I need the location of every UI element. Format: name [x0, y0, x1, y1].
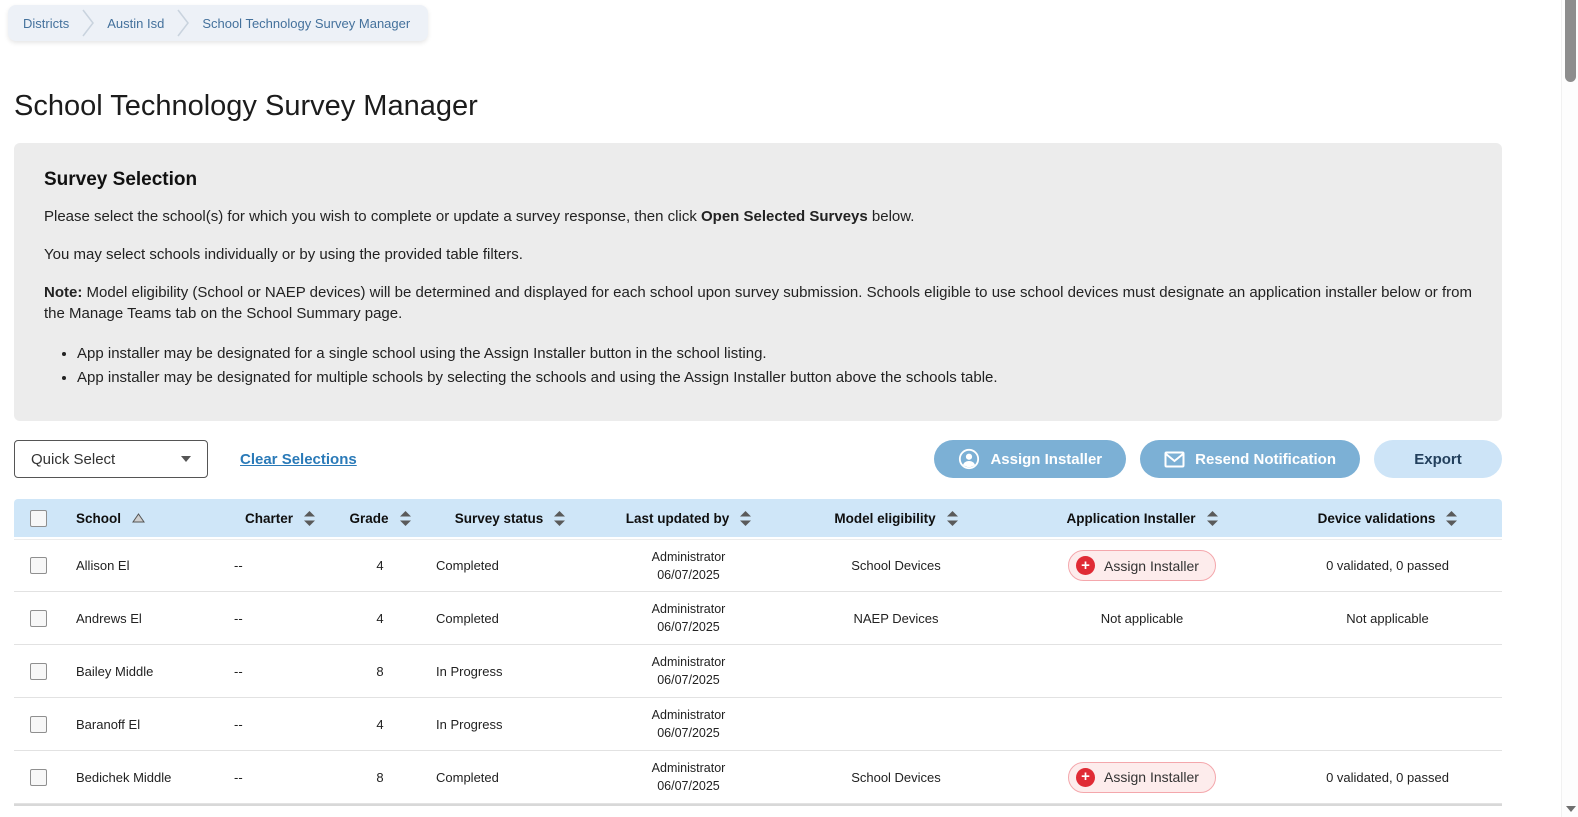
table-toolbar: Quick Select Clear Selections Assign Ins…	[14, 440, 1502, 478]
panel-instruction-2: You may select schools individually or b…	[44, 244, 1472, 266]
grade-cell: 8	[336, 664, 424, 679]
row-assign-installer-button[interactable]: +Assign Installer	[1068, 762, 1216, 793]
row-checkbox[interactable]	[30, 716, 47, 733]
last-updated-cell: Administrator 06/07/2025	[596, 706, 781, 742]
chevron-right-icon	[176, 8, 190, 38]
page-title: School Technology Survey Manager	[14, 90, 478, 123]
charter-cell: --	[224, 558, 336, 573]
charter-cell: --	[224, 664, 336, 679]
grade-cell: 4	[336, 611, 424, 626]
schools-table: School Charter Grade Survey status Last …	[14, 499, 1502, 806]
column-header-application-installer[interactable]: Application Installer	[1011, 511, 1273, 526]
charter-cell: --	[224, 717, 336, 732]
table-row: Bedichek Middle -- 8 Completed Administr…	[14, 751, 1502, 804]
sort-icon	[740, 511, 751, 526]
resend-notification-button[interactable]: Resend Notification	[1140, 440, 1360, 478]
survey-status-cell: Completed	[424, 558, 596, 573]
column-header-survey-status[interactable]: Survey status	[424, 511, 596, 526]
column-header-device-validations[interactable]: Device validations	[1273, 511, 1502, 526]
row-assign-installer-button[interactable]: +Assign Installer	[1068, 550, 1216, 581]
select-all-checkbox[interactable]	[30, 510, 47, 527]
chevron-down-icon	[181, 456, 191, 462]
table-row: Bailey Middle -- 8 In Progress Administr…	[14, 645, 1502, 698]
grade-cell: 4	[336, 717, 424, 732]
last-updated-cell: Administrator 06/07/2025	[596, 653, 781, 689]
last-updated-cell: Administrator 06/07/2025	[596, 548, 781, 584]
scrollbar-thumb[interactable]	[1565, 0, 1576, 82]
school-name-cell: Allison El	[62, 558, 224, 573]
column-header-school[interactable]: School	[62, 511, 224, 526]
row-checkbox[interactable]	[30, 769, 47, 786]
bullet-item: App installer may be designated for a si…	[77, 345, 1472, 362]
sort-icon	[400, 511, 411, 526]
toolbar-actions: Assign Installer Resend Notification Exp…	[934, 440, 1502, 478]
model-eligibility-cell: NAEP Devices	[781, 611, 1011, 626]
column-header-model-eligibility[interactable]: Model eligibility	[781, 511, 1011, 526]
row-checkbox[interactable]	[30, 557, 47, 574]
survey-status-cell: In Progress	[424, 664, 596, 679]
panel-heading: Survey Selection	[44, 169, 1472, 191]
survey-selection-panel: Survey Selection Please select the schoo…	[14, 143, 1502, 421]
select-all-cell	[14, 510, 62, 527]
breadcrumb: Districts Austin Isd School Technology S…	[8, 5, 428, 41]
bullet-item: App installer may be designated for mult…	[77, 369, 1472, 386]
installer-cell: +Assign Installer	[1011, 762, 1273, 793]
breadcrumb-item-current[interactable]: School Technology Survey Manager	[202, 16, 410, 31]
device-validations-cell: 0 validated, 0 passed	[1273, 558, 1502, 573]
quick-select-dropdown[interactable]: Quick Select	[14, 440, 208, 478]
column-header-last-updated[interactable]: Last updated by	[596, 511, 781, 526]
plus-icon: +	[1076, 768, 1095, 787]
row-checkbox[interactable]	[30, 610, 47, 627]
table-row: Baranoff El -- 4 In Progress Administrat…	[14, 698, 1502, 751]
column-header-charter[interactable]: Charter	[224, 511, 336, 526]
school-name-cell: Baranoff El	[62, 717, 224, 732]
installer-cell: +Assign Installer	[1011, 550, 1273, 581]
sort-icon	[947, 511, 958, 526]
sort-icon	[304, 511, 315, 526]
survey-status-cell: In Progress	[424, 717, 596, 732]
grade-cell: 8	[336, 770, 424, 785]
table-body: Allison El -- 4 Completed Administrator …	[14, 539, 1502, 804]
last-updated-cell: Administrator 06/07/2025	[596, 600, 781, 636]
clear-selections-link[interactable]: Clear Selections	[240, 451, 357, 468]
model-eligibility-cell: School Devices	[781, 558, 1011, 573]
model-eligibility-cell: School Devices	[781, 770, 1011, 785]
vertical-scrollbar[interactable]	[1561, 0, 1578, 817]
plus-icon: +	[1076, 556, 1095, 575]
last-updated-cell: Administrator 06/07/2025	[596, 759, 781, 795]
school-name-cell: Andrews El	[62, 611, 224, 626]
survey-status-cell: Completed	[424, 611, 596, 626]
assign-installer-button[interactable]: Assign Installer	[934, 440, 1126, 478]
scrollbar-down-arrow-icon[interactable]	[1566, 806, 1576, 812]
school-name-cell: Bedichek Middle	[62, 770, 224, 785]
panel-instruction-1: Please select the school(s) for which yo…	[44, 206, 1472, 228]
export-button[interactable]: Export	[1374, 440, 1502, 478]
panel-note: Note: Model eligibility (School or NAEP …	[44, 282, 1472, 326]
charter-cell: --	[224, 770, 336, 785]
charter-cell: --	[224, 611, 336, 626]
grade-cell: 4	[336, 558, 424, 573]
panel-bullet-list: App installer may be designated for a si…	[77, 345, 1472, 386]
table-row: Allison El -- 4 Completed Administrator …	[14, 539, 1502, 592]
table-header-row: School Charter Grade Survey status Last …	[14, 499, 1502, 537]
column-header-grade[interactable]: Grade	[336, 511, 424, 526]
installer-cell: Not applicable	[1011, 611, 1273, 626]
breadcrumb-item-district-name[interactable]: Austin Isd	[107, 16, 164, 31]
quick-select-label: Quick Select	[31, 451, 115, 468]
sort-asc-icon	[132, 513, 145, 523]
sort-icon	[1446, 511, 1457, 526]
chevron-right-icon	[81, 8, 95, 38]
survey-status-cell: Completed	[424, 770, 596, 785]
row-checkbox[interactable]	[30, 663, 47, 680]
user-icon	[958, 448, 980, 470]
device-validations-cell: Not applicable	[1273, 611, 1502, 626]
device-validations-cell: 0 validated, 0 passed	[1273, 770, 1502, 785]
sort-icon	[554, 511, 565, 526]
school-name-cell: Bailey Middle	[62, 664, 224, 679]
breadcrumb-item-districts[interactable]: Districts	[23, 16, 69, 31]
sort-icon	[1207, 511, 1218, 526]
table-row: Andrews El -- 4 Completed Administrator …	[14, 592, 1502, 645]
envelope-icon	[1164, 451, 1185, 468]
